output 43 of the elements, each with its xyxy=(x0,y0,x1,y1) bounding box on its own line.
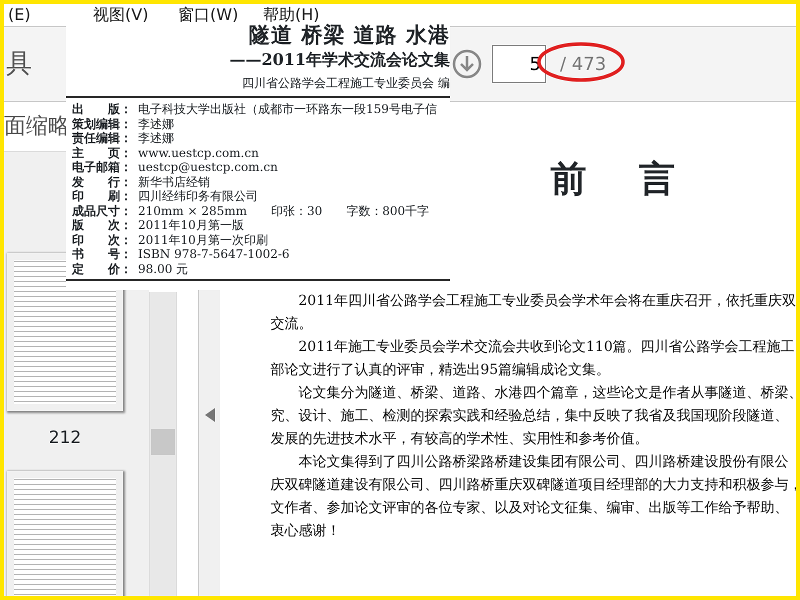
text-line: 2011年四川省公路学会工程施工专业委员会学术年会将在重庆召开，依托重庆双 xyxy=(297,292,796,311)
text-line: 本论文集得到了四川公路桥梁路桥建设集团有限公司、四川路桥建设股份有限公 xyxy=(297,453,790,472)
info-value: ISBN 978-7-5647-1002-6 xyxy=(138,247,290,261)
info-label: 策划编辑： xyxy=(72,116,133,131)
text-line: 交流。 xyxy=(270,315,314,334)
info-value: uestcp@uestcp.com.cn xyxy=(138,160,278,174)
info-value: 四川经纬印务有限公司 xyxy=(138,189,258,203)
book-subtitle: ——2011年学术交流会论文集 xyxy=(228,49,450,71)
text-line: 庆双碑隧道建设有限公司、四川路桥重庆双碑隧道项目经理部的大力支持和积极参与， xyxy=(270,476,796,495)
info-label: 定 价： xyxy=(72,262,133,276)
info-value: 新华书店经销 xyxy=(138,174,210,188)
info-label: 书 号： xyxy=(72,247,133,262)
text-line: 论文集分为隧道、桥梁、道路、水港四个篇章，这些论文是作者从事隧道、桥梁、 xyxy=(297,384,796,403)
collapse-arrow-icon[interactable] xyxy=(204,408,215,422)
page-label: 212 xyxy=(48,427,82,450)
book-editor: 四川省公路学会工程施工专业委员会 编 xyxy=(241,75,450,92)
text-line: 发展的先进技术水平，有较高的学术性、实用性和参考价值。 xyxy=(270,430,650,449)
info-label: 成品尺寸： xyxy=(72,204,133,218)
scrollbar-thumb[interactable] xyxy=(151,429,175,455)
info-label: 出 版： xyxy=(72,102,133,116)
info-value: 210mm × 285mm 印张：30 字数：800千字 xyxy=(138,204,430,218)
info-value: 98.00 元 xyxy=(138,262,188,276)
toolbar-label: 具 xyxy=(5,48,32,80)
text-line: 文作者、参加论文评审的各位专家、以及对论文征集、编审、出版等工作给予帮助、 xyxy=(270,499,790,518)
text-line: 究、设计、施工、检测的探索实践和经验总结，集中反映了我省及我国现阶段隧道、 xyxy=(270,407,790,426)
info-label: 责任编辑： xyxy=(72,131,133,146)
info-label: 电子邮箱： xyxy=(72,160,133,174)
info-value: 李述娜 xyxy=(138,116,174,130)
text-line: 部论文进行了认真的评审，精选出95篇编辑成论文集。 xyxy=(270,361,612,380)
info-label: 版 次： xyxy=(72,218,133,232)
info-label: 印 刷： xyxy=(72,189,133,204)
info-value: 2011年10月第一版 xyxy=(138,218,244,232)
menu-item[interactable]: (E) xyxy=(4,4,89,26)
info-label: 印 次： xyxy=(72,232,133,247)
info-label: 发 行： xyxy=(72,174,133,189)
menu-item[interactable]: 视图(V) xyxy=(89,4,174,26)
scrollbar-track[interactable] xyxy=(149,292,177,596)
page-total: / 473 xyxy=(559,52,608,76)
info-value: 2011年10月第一次印刷 xyxy=(138,232,268,246)
text-line: 2011年施工专业委员会学术交流会共收到论文110篇。四川省公路学会工程施工 xyxy=(297,338,796,357)
info-value: 李述娜 xyxy=(138,131,174,145)
download-icon[interactable] xyxy=(452,49,482,79)
text-line: 衷心感谢！ xyxy=(270,522,342,541)
